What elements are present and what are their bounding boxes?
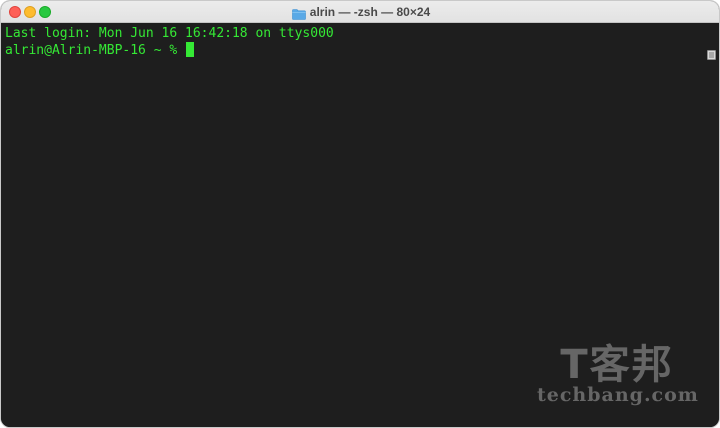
watermark-domain: techbang.com [537, 384, 699, 406]
watermark-brand: T客邦 [560, 342, 674, 388]
scrollbar-track[interactable] [705, 23, 719, 427]
shell-prompt: alrin@Alrin-MBP-16 ~ % [5, 43, 186, 58]
last-login-line: Last login: Mon Jun 16 16:42:18 on ttys0… [5, 26, 334, 41]
window-title: alrin — -zsh — 80×24 [309, 5, 431, 19]
scroll-menu-icon[interactable] [707, 47, 716, 60]
terminal-window: alrin — -zsh — 80×24 Last login: Mon Jun… [0, 0, 720, 428]
title-bar[interactable]: alrin — -zsh — 80×24 [1, 1, 719, 23]
folder-icon [291, 7, 306, 20]
prompt-line[interactable]: alrin@Alrin-MBP-16 ~ % [5, 42, 707, 58]
title-group: alrin — -zsh — 80×24 [1, 1, 719, 23]
watermark-logo: T客邦 techbang.com [537, 342, 699, 406]
text-cursor [186, 42, 195, 57]
